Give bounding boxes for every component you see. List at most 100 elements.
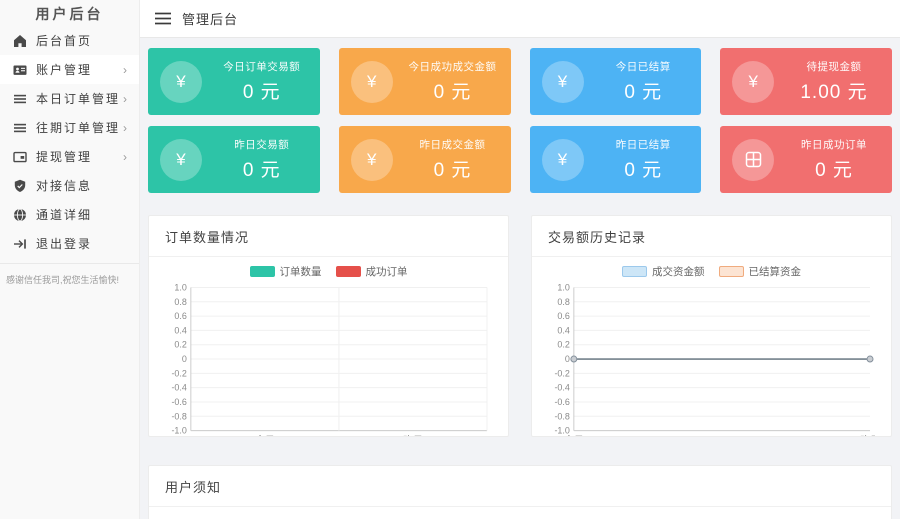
app-window: 用户后台 后台首页 账户管理 › 本日订单管理 › 往期订单管理 › 提现管理 …: [0, 0, 900, 519]
sidebar-item-4[interactable]: 往期订单管理 ›: [0, 113, 139, 142]
chart-canvas: 1.00.80.60.40.20-0.2-0.4-0.6-0.8-1.0今日昨日: [554, 282, 875, 436]
stat-card-value: 1.00 元: [800, 82, 868, 103]
stat-card: ¥ 昨日已结算 0 元: [529, 126, 702, 193]
legend-label: 已结算资金: [748, 266, 802, 278]
yen-icon: ¥: [160, 60, 202, 103]
stat-card-label: 昨日交易额: [234, 139, 290, 151]
stat-card-label: 今日已结算: [615, 61, 671, 73]
stat-card: ¥ 今日成功成交金额 0 元: [338, 48, 511, 115]
user-card-icon: [12, 62, 27, 77]
yen-icon: ¥: [160, 138, 202, 181]
stat-card-value: 0 元: [433, 160, 472, 181]
content-area: ¥ 今日订单交易额 0 元 ¥ 今日成功成交金额 0 元 ¥ 今日已结算 0 元…: [140, 38, 900, 519]
yen-icon: ¥: [350, 138, 393, 181]
stat-card-value: 0 元: [815, 160, 853, 181]
list-icon: [12, 91, 27, 106]
sidebar-item-5[interactable]: 提现管理 ›: [0, 142, 139, 171]
stat-card: 昨日成功订单 0 元: [720, 126, 892, 193]
stat-card-value: 0 元: [242, 82, 281, 103]
legend-item[interactable]: 成功订单: [335, 264, 408, 279]
chart-title: 交易额历史记录: [532, 216, 891, 257]
yen-icon: ¥: [350, 60, 393, 103]
chart-plot: 1.00.80.60.40.20-0.2-0.4-0.6-0.8-1.0今日昨日: [548, 281, 875, 436]
sidebar-item-label: 通道详细: [36, 208, 93, 222]
withdraw-icon: [12, 149, 27, 164]
sidebar-item-3[interactable]: 本日订单管理 ›: [0, 84, 139, 113]
legend-swatch: [335, 266, 361, 277]
svg-text:-0.6: -0.6: [171, 397, 186, 407]
svg-text:1.0: 1.0: [557, 282, 569, 292]
stat-card-value: 0 元: [242, 160, 281, 181]
sidebar: 用户后台 后台首页 账户管理 › 本日订单管理 › 往期订单管理 › 提现管理 …: [0, 0, 140, 519]
legend-item[interactable]: 成交资金额: [622, 264, 705, 279]
stat-card-value: 0 元: [624, 160, 663, 181]
notice-card: 用户须知: [148, 465, 892, 519]
legend-swatch: [622, 266, 647, 277]
svg-text:0.4: 0.4: [557, 325, 569, 335]
sidebar-item-label: 账户管理: [36, 63, 93, 77]
stat-card-value: 0 元: [433, 82, 472, 103]
svg-text:-0.2: -0.2: [171, 368, 186, 378]
svg-text:-0.6: -0.6: [554, 397, 569, 407]
svg-text:0: 0: [565, 354, 570, 364]
sidebar-menu: 后台首页 账户管理 › 本日订单管理 › 往期订单管理 › 提现管理 › 对接信…: [0, 26, 139, 258]
sidebar-item-label: 退出登录: [36, 237, 93, 251]
sidebar-item-1[interactable]: 后台首页: [0, 26, 139, 55]
sidebar-item-label: 本日订单管理: [36, 92, 121, 106]
chart-legend: 成交资金额 已结算资金: [548, 264, 875, 279]
yen-icon: ¥: [541, 60, 584, 103]
chart-plot: 1.00.80.60.40.20-0.2-0.4-0.6-0.8-1.0今日昨日: [165, 281, 492, 437]
sidebar-item-8[interactable]: 退出登录: [0, 229, 139, 258]
sidebar-item-label: 后台首页: [36, 34, 93, 48]
main-area: 管理后台 ¥ 今日订单交易额 0 元 ¥ 今日成功成交金额 0 元 ¥ 今日已结…: [140, 0, 900, 519]
stat-card-label: 昨日成交金额: [419, 139, 486, 151]
chart-canvas: 1.00.80.60.40.20-0.2-0.4-0.6-0.8-1.0今日昨日: [171, 282, 488, 437]
logout-icon: [12, 236, 27, 251]
chart-title: 订单数量情况: [149, 216, 508, 257]
chart-card: 交易额历史记录 成交资金额 已结算资金 1.0 0.8 0.6 0.4 0.2 0 -0.2 -…: [531, 215, 892, 437]
stat-card-label: 昨日成功订单: [801, 139, 867, 151]
sidebar-title: 用户后台: [35, 6, 104, 22]
svg-text:-0.8: -0.8: [171, 411, 186, 421]
chevron-right-icon: ›: [123, 62, 127, 77]
legend-label: 成交资金额: [652, 266, 705, 278]
sidebar-item-2[interactable]: 账户管理 ›: [0, 55, 139, 84]
legend-item[interactable]: 订单数量: [249, 264, 322, 279]
legend-swatch: [249, 266, 275, 277]
topbar: 管理后台: [140, 0, 900, 38]
svg-text:-0.4: -0.4: [171, 383, 186, 393]
sidebar-item-label: 对接信息: [36, 179, 93, 193]
stat-card: ¥ 昨日交易额 0 元: [148, 126, 320, 193]
sidebar-item-6[interactable]: 对接信息: [0, 171, 139, 200]
chart-card: 订单数量情况 订单数量 成功订单 1.0 0.8 0.6 0.4 0.2 0 -0.2 -0.4…: [148, 215, 509, 437]
sidebar-item-label: 提现管理: [36, 150, 93, 164]
menu-toggle-icon[interactable]: [155, 12, 171, 25]
svg-text:0.8: 0.8: [174, 297, 186, 307]
svg-text:-1.0: -1.0: [554, 426, 569, 436]
svg-text:0.8: 0.8: [557, 297, 569, 307]
svg-text:-0.4: -0.4: [554, 383, 569, 393]
grid-icon: [732, 138, 775, 181]
stat-card-label: 待提现金额: [806, 61, 862, 73]
yen-icon: ¥: [732, 60, 775, 103]
topbar-title: 管理后台: [182, 12, 239, 27]
home-icon: [12, 33, 27, 48]
charts-row: 订单数量情况 订单数量 成功订单 1.0 0.8 0.6 0.4 0.2 0 -0.2 -0.4…: [148, 215, 892, 437]
svg-text:0.4: 0.4: [174, 325, 186, 335]
stat-cards-grid: ¥ 今日订单交易额 0 元 ¥ 今日成功成交金额 0 元 ¥ 今日已结算 0 元…: [148, 48, 892, 193]
sidebar-divider: [0, 263, 139, 264]
shield-icon: [12, 178, 27, 193]
svg-text:今日: 今日: [255, 434, 275, 437]
svg-text:0.6: 0.6: [174, 311, 186, 321]
stat-card: ¥ 待提现金额 1.00 元: [720, 48, 892, 115]
svg-text:-0.2: -0.2: [554, 368, 569, 378]
sidebar-item-label: 往期订单管理: [36, 121, 121, 135]
svg-text:0: 0: [182, 354, 187, 364]
sidebar-item-7[interactable]: 通道详细: [0, 200, 139, 229]
svg-text:-0.8: -0.8: [554, 411, 569, 421]
chevron-right-icon: ›: [123, 120, 127, 135]
stat-card-value: 0 元: [624, 82, 663, 103]
notice-title: 用户须知: [149, 466, 891, 507]
svg-text:昨日: 昨日: [403, 435, 423, 437]
legend-item[interactable]: 已结算资金: [718, 264, 802, 279]
